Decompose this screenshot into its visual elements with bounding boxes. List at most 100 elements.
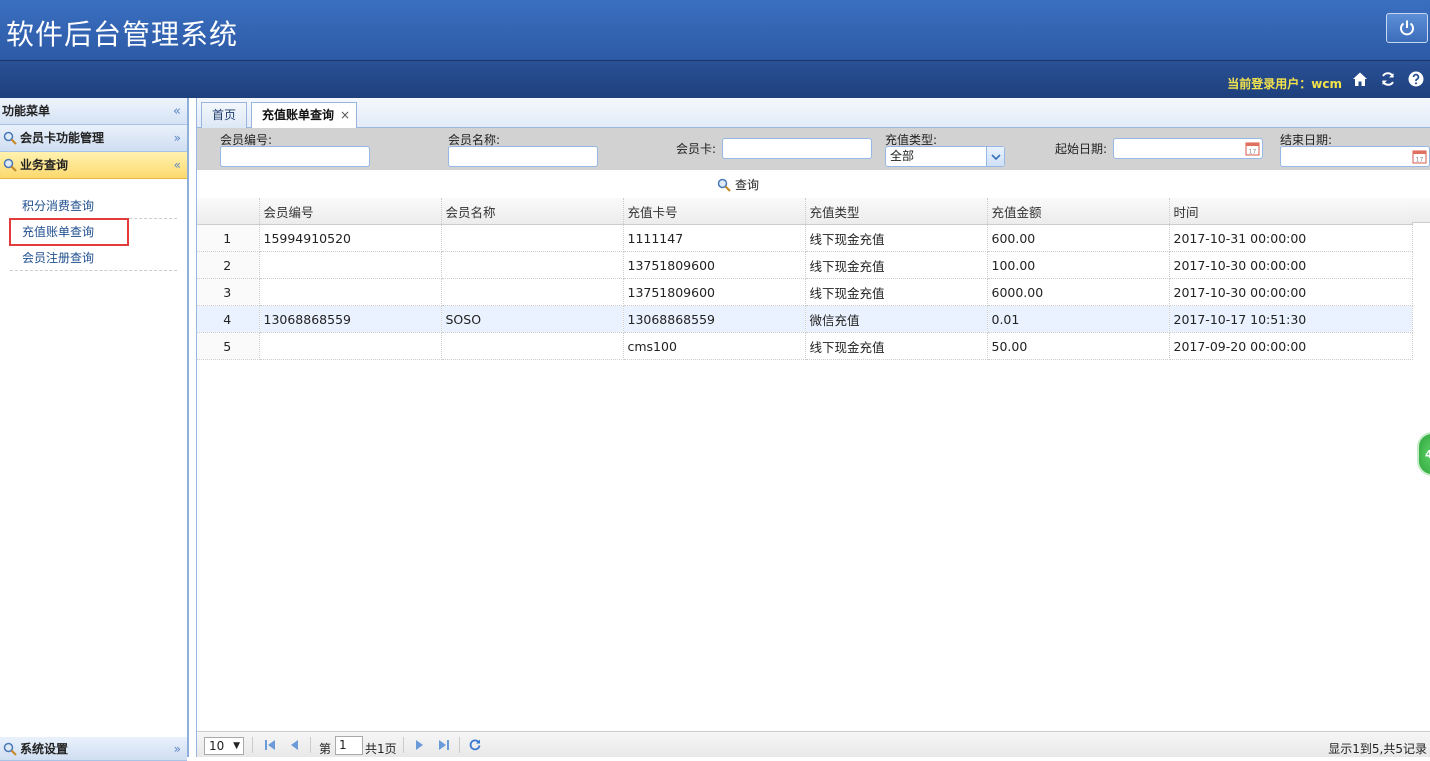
chevron-down-icon[interactable]: [986, 147, 1004, 166]
column-header[interactable]: 会员名称: [441, 198, 624, 225]
sidebar: 功能菜单 « 会员卡功能管理 » 业务查询 « 积分消费查询 充值账单查询 会员…: [0, 98, 189, 761]
svg-text:17: 17: [1416, 157, 1424, 164]
sidebar-group-business-query[interactable]: 业务查询 «: [0, 152, 187, 179]
page-prefix: 第: [319, 742, 332, 756]
menu-list: 积分消费查询 充值账单查询 会员注册查询: [0, 179, 187, 271]
cell-type: 线下现金充值: [805, 251, 988, 279]
grid-toolbar: 查询: [197, 170, 1430, 198]
table-row[interactable]: 3 13751809600 线下现金充值 6000.00 2017-10-30 …: [197, 278, 1413, 306]
sidebar-item-register-query[interactable]: 会员注册查询: [10, 245, 177, 271]
cell-amount: 0.01: [987, 305, 1170, 333]
cell-member-name: [441, 278, 624, 306]
cell-member-no: 13068868559: [259, 305, 442, 333]
card-input[interactable]: [722, 138, 872, 159]
close-icon[interactable]: ×: [340, 103, 350, 127]
prev-page-icon[interactable]: [288, 739, 302, 751]
cell-member-no: [259, 332, 442, 360]
page-size-select[interactable]: 10 ▼: [204, 737, 244, 755]
column-header[interactable]: 充值金额: [987, 198, 1170, 225]
cell-amount: 6000.00: [987, 278, 1170, 306]
cell-amount: 600.00: [987, 224, 1170, 252]
app-header: 软件后台管理系统: [0, 0, 1430, 60]
cell-member-no: [259, 251, 442, 279]
type-select[interactable]: 全部: [885, 146, 1005, 167]
pager-divider: [310, 737, 311, 753]
query-button-label: 查询: [735, 178, 760, 192]
pager-divider: [459, 737, 460, 753]
card-label: 会员卡:: [676, 142, 717, 156]
column-header[interactable]: 时间: [1169, 198, 1413, 225]
power-icon: [1400, 20, 1414, 36]
logout-button[interactable]: [1386, 13, 1428, 43]
svg-text:17: 17: [1249, 149, 1257, 156]
member-name-input[interactable]: [448, 146, 598, 167]
sidebar-item-recharge-query[interactable]: 充值账单查询: [9, 218, 129, 246]
cell-card: 1111147: [623, 224, 806, 252]
cell-member-name: SOSO: [441, 305, 624, 333]
tab-label: 充值账单查询: [262, 108, 335, 122]
member-no-input[interactable]: [220, 146, 370, 167]
cell-amount: 50.00: [987, 332, 1170, 360]
table-row[interactable]: 2 13751809600 线下现金充值 100.00 2017-10-30 0…: [197, 251, 1413, 279]
record-info: 显示1到5,共5记录: [1328, 742, 1427, 756]
table-row[interactable]: 1 15994910520 1111147 线下现金充值 600.00 2017…: [197, 224, 1413, 252]
cell-card: 13751809600: [623, 278, 806, 306]
table-row[interactable]: 5 cms100 线下现金充值 50.00 2017-09-20 00:00:0…: [197, 332, 1413, 360]
column-header[interactable]: 充值卡号: [623, 198, 806, 225]
table-header-row: 会员编号 会员名称 充值卡号 充值类型 充值金额 时间: [197, 198, 1413, 225]
refresh-icon: [1382, 72, 1394, 86]
cell-amount: 100.00: [987, 251, 1170, 279]
next-page-icon[interactable]: [412, 739, 426, 751]
tab-bar: 首页 充值账单查询 ×: [197, 98, 1430, 128]
calendar-icon[interactable]: 17: [1412, 149, 1427, 164]
cell-member-name: [441, 332, 624, 360]
cell-time: 2017-10-30 00:00:00: [1169, 251, 1413, 279]
sidebar-group-label: 业务查询: [20, 158, 69, 172]
row-number: 1: [197, 224, 260, 252]
sidebar-group-system-settings[interactable]: 系统设置 »: [0, 737, 187, 761]
cell-card: 13068868559: [623, 305, 806, 333]
row-number: 3: [197, 278, 260, 306]
cell-member-name: [441, 224, 624, 252]
column-header[interactable]: 会员编号: [259, 198, 442, 225]
cell-time: 2017-10-30 00:00:00: [1169, 278, 1413, 306]
end-date-input[interactable]: 17: [1280, 146, 1430, 167]
search-icon: [717, 178, 731, 192]
row-number: 4: [197, 305, 260, 333]
start-date-input[interactable]: 17: [1113, 138, 1263, 159]
search-icon: [3, 158, 17, 172]
sidebar-group-card-management[interactable]: 会员卡功能管理 »: [0, 125, 187, 152]
home-button[interactable]: [1350, 69, 1370, 89]
column-header[interactable]: 充值类型: [805, 198, 988, 225]
home-icon: [1353, 72, 1367, 86]
floating-widget-button[interactable]: 4: [1417, 432, 1430, 476]
page-total: 共1页: [365, 742, 397, 756]
data-grid: 会员编号 会员名称 充值卡号 充值类型 充值金额 时间 1 1599491052…: [197, 198, 1430, 360]
expand-icon[interactable]: »: [174, 125, 181, 152]
first-page-icon[interactable]: [263, 739, 277, 751]
cell-time: 2017-09-20 00:00:00: [1169, 332, 1413, 360]
expand-icon[interactable]: »: [174, 737, 181, 761]
reload-icon[interactable]: [468, 739, 482, 751]
page-number-input[interactable]: 1: [335, 736, 363, 755]
tab-home[interactable]: 首页: [201, 102, 248, 128]
table-row[interactable]: 4 13068868559 SOSO 13068868559 微信充值 0.01…: [197, 305, 1413, 333]
row-number: 2: [197, 251, 260, 279]
cell-member-no: 15994910520: [259, 224, 442, 252]
sidebar-item-points-query[interactable]: 积分消费查询: [10, 193, 177, 219]
app-title: 软件后台管理系统: [6, 18, 239, 51]
collapse-icon[interactable]: «: [174, 152, 181, 179]
pager-divider: [403, 737, 404, 753]
cell-member-no: [259, 278, 442, 306]
collapse-sidebar-icon[interactable]: «: [173, 98, 181, 125]
cell-type: 微信充值: [805, 305, 988, 333]
calendar-icon[interactable]: 17: [1245, 141, 1260, 156]
cell-card: 13751809600: [623, 251, 806, 279]
refresh-button[interactable]: [1378, 69, 1398, 89]
last-page-icon[interactable]: [437, 739, 451, 751]
sidebar-header: 功能菜单 «: [0, 98, 187, 125]
cell-type: 线下现金充值: [805, 278, 988, 306]
help-button[interactable]: [1406, 69, 1426, 89]
tab-recharge-query[interactable]: 充值账单查询 ×: [251, 102, 358, 128]
query-button[interactable]: 查询: [717, 176, 759, 193]
